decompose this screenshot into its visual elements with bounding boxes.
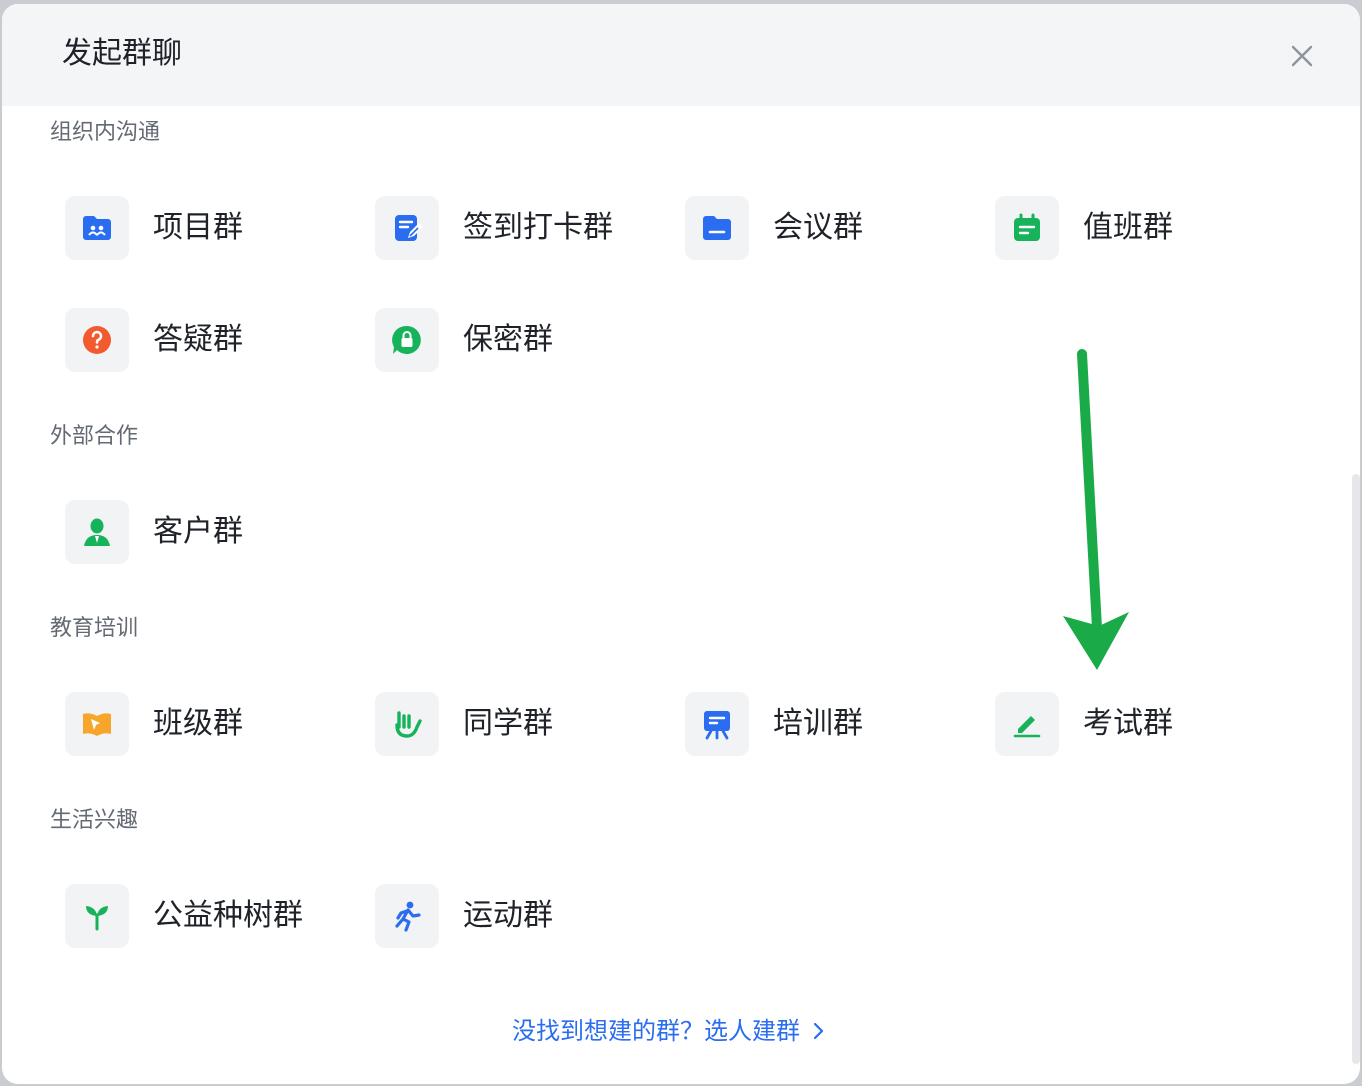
training-tile bbox=[685, 692, 749, 756]
group-type-label: 考试群 bbox=[1083, 706, 1173, 741]
meeting-tile bbox=[685, 196, 749, 260]
meeting-folder-icon bbox=[703, 216, 731, 240]
project-folder-icon bbox=[83, 216, 111, 240]
project-tile bbox=[65, 196, 129, 260]
runner-icon bbox=[395, 901, 421, 932]
secret-tile bbox=[375, 308, 439, 372]
group-type-tree-planting[interactable]: 公益种树群 bbox=[65, 884, 355, 948]
group-type-checkin[interactable]: 签到打卡群 bbox=[375, 196, 665, 260]
dialog-title: 发起群聊 bbox=[62, 36, 182, 71]
group-type-class[interactable]: 班级群 bbox=[65, 692, 355, 756]
calendar-icon bbox=[1014, 213, 1040, 241]
sports-tile bbox=[375, 884, 439, 948]
close-button[interactable] bbox=[1284, 38, 1320, 74]
select-members-link[interactable]: 没找到想建的群？选人建群 bbox=[512, 1014, 828, 1048]
create-group-dialog: 发起群聊 组织内沟通 项目群 签到打卡群 会议群 值班群 答疑群 保密群 外部合… bbox=[2, 4, 1360, 1084]
group-type-label: 公益种树群 bbox=[153, 898, 303, 933]
group-type-label: 答疑群 bbox=[153, 322, 243, 357]
group-type-duty[interactable]: 值班群 bbox=[995, 196, 1285, 260]
scrollbar[interactable] bbox=[1352, 474, 1360, 1064]
class-tile bbox=[65, 692, 129, 756]
lock-bubble-icon bbox=[392, 325, 421, 354]
annotation-arrow-shaft bbox=[1077, 349, 1102, 633]
section-title-internal: 组织内沟通 bbox=[50, 120, 161, 145]
customer-tile bbox=[65, 500, 129, 564]
group-type-label: 会议群 bbox=[773, 210, 863, 245]
group-type-label: 运动群 bbox=[463, 898, 553, 933]
sprout-icon bbox=[86, 906, 108, 931]
group-type-label: 培训群 bbox=[773, 706, 863, 741]
exam-tile bbox=[995, 692, 1059, 756]
group-type-customer[interactable]: 客户群 bbox=[65, 500, 355, 564]
classmate-tile bbox=[375, 692, 439, 756]
select-members-link-text: 没找到想建的群？选人建群 bbox=[512, 1017, 800, 1045]
section-title-education: 教育培训 bbox=[50, 616, 139, 641]
section-title-lifestyle: 生活兴趣 bbox=[50, 808, 139, 833]
section-title-external: 外部合作 bbox=[50, 424, 139, 449]
question-icon bbox=[83, 326, 111, 354]
duty-tile bbox=[995, 196, 1059, 260]
group-type-sports[interactable]: 运动群 bbox=[375, 884, 665, 948]
group-type-label: 客户群 bbox=[153, 514, 243, 549]
annotation-arrow-icon bbox=[1063, 349, 1129, 670]
checkin-note-icon bbox=[395, 215, 423, 241]
group-type-qa[interactable]: 答疑群 bbox=[65, 308, 355, 372]
group-type-project[interactable]: 项目群 bbox=[65, 196, 355, 260]
qa-tile bbox=[65, 308, 129, 372]
group-type-label: 同学群 bbox=[463, 706, 553, 741]
pencil-icon bbox=[1013, 716, 1041, 738]
group-type-secret[interactable]: 保密群 bbox=[375, 308, 665, 372]
checkin-tile bbox=[375, 196, 439, 260]
group-type-meeting[interactable]: 会议群 bbox=[685, 196, 975, 260]
group-type-classmate[interactable]: 同学群 bbox=[375, 692, 665, 756]
dialog-header: 发起群聊 bbox=[2, 4, 1360, 106]
group-type-label: 签到打卡群 bbox=[463, 210, 613, 245]
group-type-label: 项目群 bbox=[153, 210, 243, 245]
group-type-label: 班级群 bbox=[153, 706, 243, 741]
chevron-right-icon bbox=[813, 1022, 824, 1040]
book-icon bbox=[83, 713, 111, 736]
group-type-training[interactable]: 培训群 bbox=[685, 692, 975, 756]
customer-icon bbox=[84, 518, 110, 546]
hand-gesture-icon bbox=[395, 711, 422, 738]
easel-icon bbox=[704, 711, 730, 740]
group-type-exam[interactable]: 考试群 bbox=[995, 692, 1285, 756]
group-type-label: 保密群 bbox=[463, 322, 553, 357]
tree-planting-tile bbox=[65, 884, 129, 948]
group-type-label: 值班群 bbox=[1083, 210, 1173, 245]
close-icon[interactable] bbox=[1284, 38, 1320, 74]
